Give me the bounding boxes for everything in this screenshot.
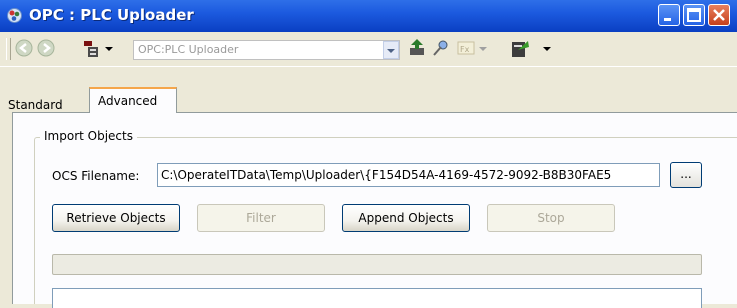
upload-stack-icon[interactable] — [408, 38, 428, 58]
retrieve-objects-button[interactable]: Retrieve Objects — [52, 204, 180, 232]
address-dropdown-button[interactable] — [383, 41, 399, 59]
toolbar-grip[interactable] — [6, 38, 11, 60]
maximize-icon — [687, 8, 701, 22]
chevron-down-icon — [387, 49, 395, 53]
minimize-icon — [664, 18, 671, 21]
title-bar[interactable]: OPC : PLC Uploader — [0, 0, 737, 32]
minimize-button[interactable] — [658, 4, 680, 26]
tab-standard[interactable]: Standard — [8, 98, 63, 112]
svg-text:Fx: Fx — [460, 45, 470, 54]
append-objects-button[interactable]: Append Objects — [342, 204, 470, 232]
chevron-down-icon[interactable] — [105, 47, 113, 52]
chevron-down-icon[interactable] — [479, 47, 487, 52]
forward-arrow-icon[interactable] — [37, 39, 55, 57]
filename-label: OCS Filename: — [52, 169, 140, 183]
filename-input[interactable]: C:\OperateITData\Temp\Uploader\{F154D54A… — [157, 163, 660, 187]
close-icon — [713, 9, 725, 21]
pin-icon[interactable] — [432, 39, 450, 57]
app-icon — [7, 8, 22, 23]
chevron-down-icon[interactable] — [543, 47, 551, 52]
back-arrow-icon[interactable] — [15, 39, 33, 57]
plc-tree-icon[interactable] — [82, 39, 102, 59]
export-icon[interactable] — [510, 38, 532, 60]
stop-button[interactable]: Stop — [487, 204, 615, 232]
tab-advanced[interactable]: Advanced — [89, 87, 177, 113]
filter-button[interactable]: Filter — [197, 204, 325, 232]
maximize-button[interactable] — [683, 4, 705, 26]
toolbar: OPC:PLC Uploader Fx — [0, 32, 737, 67]
window-title: OPC : PLC Uploader — [29, 6, 194, 24]
objects-list[interactable] — [52, 288, 702, 308]
close-button[interactable] — [708, 4, 730, 26]
group-legend: Import Objects — [40, 129, 137, 143]
progress-bar — [52, 254, 702, 275]
field-icon[interactable]: Fx — [457, 40, 475, 56]
browse-button[interactable]: ... — [670, 162, 702, 188]
address-field[interactable]: OPC:PLC Uploader — [133, 40, 400, 60]
